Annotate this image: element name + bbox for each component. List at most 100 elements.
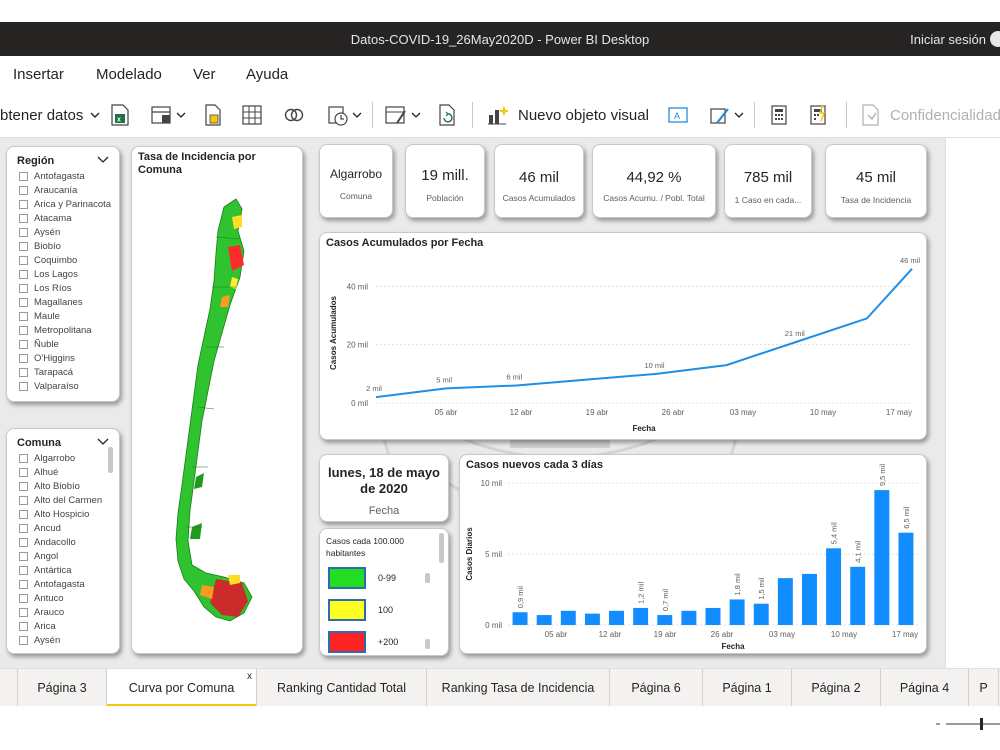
quick-measure-button[interactable] — [808, 100, 830, 130]
checkbox[interactable] — [19, 269, 28, 279]
checkbox[interactable] — [19, 565, 28, 575]
menu-modelado[interactable]: Modelado — [96, 66, 162, 83]
checkbox[interactable] — [19, 467, 28, 477]
checkbox[interactable] — [19, 241, 28, 251]
checkbox[interactable] — [19, 297, 28, 307]
slicer-item-comuna[interactable]: Arauco — [19, 605, 102, 619]
checkbox[interactable] — [19, 593, 28, 603]
slicer-item-region[interactable]: Aysén — [19, 225, 111, 239]
slicer-item-comuna[interactable]: Antuco — [19, 591, 102, 605]
slicer-item-comuna[interactable]: Alto Hospicio — [19, 507, 102, 521]
slicer-item-region[interactable]: Los Lagos — [19, 267, 111, 281]
checkbox[interactable] — [19, 339, 28, 349]
checkbox[interactable] — [19, 481, 28, 491]
scrollbar-thumb[interactable] — [439, 533, 444, 563]
checkbox[interactable] — [19, 325, 28, 335]
new-measure-button[interactable] — [769, 100, 789, 130]
menu-ayuda[interactable]: Ayuda — [246, 66, 288, 83]
page-tab[interactable]: Página 1 — [703, 669, 792, 707]
transform-data-button[interactable] — [383, 100, 425, 130]
incidence-map[interactable]: Tasa de Incidencia por Comuna — [131, 146, 303, 654]
page-tab[interactable]: Página 2 — [792, 669, 881, 707]
checkbox[interactable] — [19, 551, 28, 561]
slicer-item-region[interactable]: Arica y Parinacota — [19, 197, 111, 211]
slicer-item-region[interactable]: Araucanía — [19, 183, 111, 197]
slicer-item-region[interactable]: Los Ríos — [19, 281, 111, 295]
slicer-item-region[interactable]: Valparaíso — [19, 379, 111, 393]
avatar[interactable] — [990, 31, 1000, 47]
checkbox[interactable] — [19, 171, 28, 181]
report-canvas[interactable]: Región Antofagasta Araucanía Arica y Parin… — [0, 138, 945, 668]
slicer-item-region[interactable]: Metropolitana — [19, 323, 111, 337]
page-tab[interactable]: Página 3 — [18, 669, 107, 707]
checkbox[interactable] — [19, 227, 28, 237]
chevron-down-icon[interactable] — [97, 155, 109, 165]
enter-data-button[interactable] — [241, 100, 263, 130]
slicer-item-comuna[interactable]: Alto Biobío — [19, 479, 102, 493]
slicer-item-comuna[interactable]: Alhué — [19, 465, 102, 479]
checkbox[interactable] — [19, 199, 28, 209]
slicer-item-region[interactable]: Biobío — [19, 239, 111, 253]
slicer-item-comuna[interactable]: Antártica — [19, 563, 102, 577]
checkbox[interactable] — [19, 523, 28, 533]
text-box-button[interactable]: A — [667, 100, 689, 130]
new-visual-button[interactable]: Nuevo objeto visual — [486, 100, 649, 130]
recent-sources-button[interactable] — [283, 100, 305, 130]
slicer-item-comuna[interactable]: Arica — [19, 619, 102, 633]
dataflow-button[interactable] — [203, 100, 223, 130]
slicer-item-comuna[interactable]: Ancud — [19, 521, 102, 535]
page-tab[interactable]: Ranking Tasa de Incidencia — [427, 669, 610, 707]
checkbox[interactable] — [19, 381, 28, 391]
sensitivity-button[interactable]: Confidencialidad — [860, 100, 1000, 130]
slicer-item-region[interactable]: Maule — [19, 309, 111, 323]
checkbox[interactable] — [19, 621, 28, 631]
zoom-slider[interactable] — [936, 716, 1000, 732]
checkbox[interactable] — [19, 353, 28, 363]
slicer-item-comuna[interactable]: Andacollo — [19, 535, 102, 549]
checkbox[interactable] — [19, 311, 28, 321]
slicer-item-comuna[interactable]: Aysén — [19, 633, 102, 647]
refresh-schedule-button[interactable] — [326, 100, 366, 130]
checkbox[interactable] — [19, 607, 28, 617]
get-data-button[interactable]: btener datos — [0, 100, 101, 130]
checkbox[interactable] — [19, 579, 28, 589]
menu-ver[interactable]: Ver — [193, 66, 216, 83]
excel-button[interactable]: x — [109, 100, 131, 130]
new-cases-chart[interactable]: Casos nuevos cada 3 días 0 mil 5 mil 10 mi… — [459, 454, 927, 654]
page-tab[interactable]: Página 6 — [610, 669, 703, 707]
checkbox[interactable] — [19, 255, 28, 265]
checkbox[interactable] — [19, 453, 28, 463]
checkbox[interactable] — [19, 537, 28, 547]
checkbox[interactable] — [19, 635, 28, 645]
checkbox[interactable] — [19, 185, 28, 195]
page-tab[interactable]: Ranking Cantidad Total — [257, 669, 427, 707]
more-visuals-button[interactable] — [708, 100, 748, 130]
slicer-item-comuna[interactable]: Antofagasta — [19, 577, 102, 591]
slicer-item-region[interactable]: Tarapacá — [19, 365, 111, 379]
page-tab[interactable]: Página 4 — [881, 669, 969, 707]
close-icon[interactable]: x — [247, 671, 252, 682]
comuna-slicer[interactable]: Comuna Algarrobo Alhué Alto Biobío Alto del… — [6, 428, 120, 654]
menu-insertar[interactable]: Insertar — [13, 66, 64, 83]
slicer-item-comuna[interactable]: Angol — [19, 549, 102, 563]
checkbox[interactable] — [19, 283, 28, 293]
dataset-button[interactable] — [150, 100, 188, 130]
signin-link[interactable]: Iniciar sesión — [910, 32, 986, 47]
slicer-item-comuna[interactable]: Alto del Carmen — [19, 493, 102, 507]
page-tab[interactable]: P — [969, 669, 999, 707]
tab-scroll-area[interactable] — [0, 669, 18, 707]
cumulative-cases-chart[interactable]: Casos Acumulados por Fecha 0 mil 20 mil 40… — [319, 232, 927, 440]
slicer-item-region[interactable]: Atacama — [19, 211, 111, 225]
slicer-item-region[interactable]: Magallanes — [19, 295, 111, 309]
slicer-item-region[interactable]: Antofagasta — [19, 169, 111, 183]
slicer-item-region[interactable]: O'Higgins — [19, 351, 111, 365]
checkbox[interactable] — [19, 367, 28, 377]
region-slicer[interactable]: Región Antofagasta Araucanía Arica y Parin… — [6, 146, 120, 402]
checkbox[interactable] — [19, 495, 28, 505]
scrollbar-thumb[interactable] — [108, 447, 113, 473]
chevron-down-icon[interactable] — [97, 437, 109, 447]
page-tab[interactable]: Curva por Comuna x — [107, 669, 257, 707]
refresh-button[interactable] — [437, 100, 457, 130]
slicer-item-region[interactable]: Coquimbo — [19, 253, 111, 267]
slicer-item-comuna[interactable]: Algarrobo — [19, 451, 102, 465]
